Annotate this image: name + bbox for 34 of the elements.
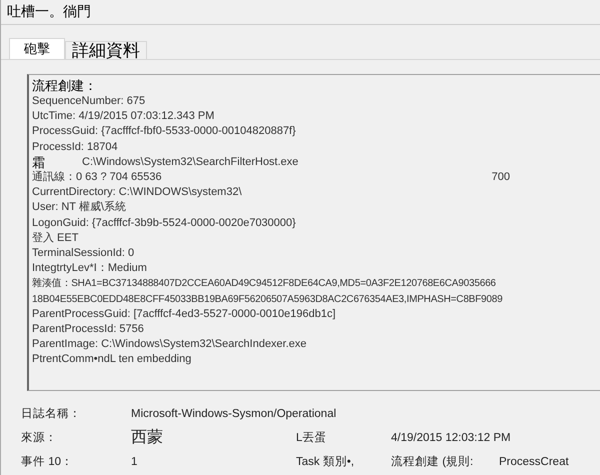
event-line-value: 700: [492, 170, 510, 186]
event-line: 18B04E55EBC0EDD48E8CFF45033BB19BA69F56206507A5963D8AC2C676354AE3,IMPHASH=C8BF9089: [32, 292, 503, 307]
event-line: TerminalSessionId: 0: [32, 246, 134, 262]
field-value: 流程創建 (規則:: [391, 454, 474, 470]
event-line: ParentProcessGuid: [7acfffcf-4ed3-5527-0000-0010e196db1c]: [32, 306, 336, 322]
event-line: LogonGuid: {7acfffcf-3b9b-5524-0000-0020e7030000}: [32, 216, 296, 231]
event-line: SequenceNumber: 675: [32, 94, 146, 109]
event-line: 雜湊值：SHA1=BC37134888407D2CCEA60AD49C94512F8DE64CA9,MD5=0A3F2E120768E6CA9035666: [32, 276, 496, 292]
tab[interactable]: 詳細資料: [65, 41, 147, 59]
event-line: 通訊線：0 63 ? 704 65536: [32, 170, 162, 186]
event-line: User: NT 權威\系統: [32, 200, 126, 216]
event-line: 登入 EET: [32, 230, 78, 246]
field-value: Task 類別•,: [296, 454, 354, 470]
field-value: L丟蛋: [296, 430, 326, 446]
field-label: 來源：: [21, 430, 57, 446]
event-line: ParentImage: C:\Windows\System32\SearchIndexer.exe: [32, 337, 307, 352]
event-line: PtrentComm•ndL ten embedding: [32, 352, 192, 368]
event-line: ProcessId: 18704: [32, 140, 118, 155]
event-line: ProcessGuid: {7acfffcf-fbf0-5533-0000-00104820887f}: [32, 124, 296, 140]
field-value: ProcessCreat: [499, 455, 569, 470]
event-line: IntegtrtyLev*I：Medium: [32, 261, 147, 276]
event-line: ParentProcessId: 5756: [32, 322, 144, 338]
field-label: 日誌名稱：: [21, 406, 81, 422]
field-value: 1: [131, 455, 138, 470]
event-line: UtcTime: 4/19/2015 07:03:12.343 PM: [32, 109, 214, 124]
field-value: 4/19/2015 12:03:12 PM: [391, 431, 511, 446]
line-label: 霜: [32, 154, 46, 170]
event-line: C:\Windows\System32\SearchFilterHost.exe: [82, 154, 298, 170]
event-line: CurrentDirectory: C:\WINDOWS\system32\: [32, 185, 242, 200]
tab[interactable]: 砲擊: [9, 38, 65, 59]
field-value: 西蒙: [131, 429, 163, 447]
field-value: Microsoft-Windows-Sysmon/Operational: [131, 407, 336, 422]
event-heading: 流程創建：: [32, 78, 98, 94]
field-label: 事件 10：: [21, 454, 73, 470]
